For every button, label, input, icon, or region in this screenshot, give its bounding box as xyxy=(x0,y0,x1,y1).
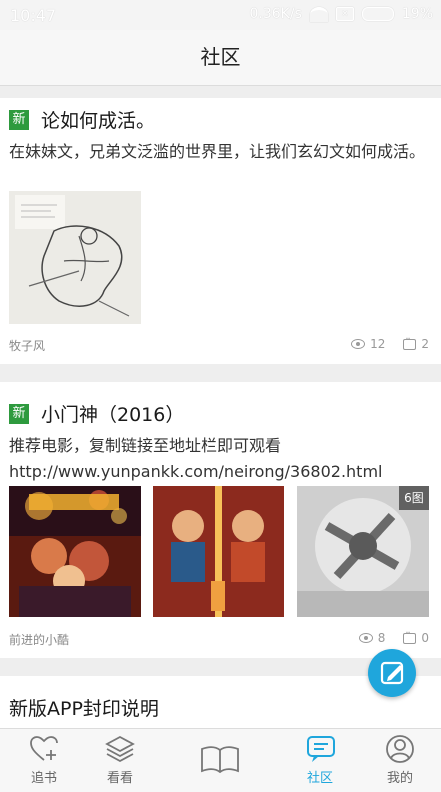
post-image[interactable] xyxy=(153,486,284,617)
post-author[interactable]: 前进的小酷 xyxy=(9,631,69,648)
tab-browse[interactable]: 看看 xyxy=(76,729,164,792)
view-count: 12 xyxy=(370,337,386,351)
post-description: 推荐电影，复制链接至地址栏即可观看 xyxy=(9,436,282,455)
view-count: 8 xyxy=(377,631,386,645)
post-author[interactable]: 牧子风 xyxy=(9,337,45,354)
page-header: 社区 xyxy=(0,30,441,86)
post-image[interactable]: 6图 xyxy=(297,486,429,617)
tab-follow-books[interactable]: 追书 xyxy=(0,729,88,792)
status-bar: 10:47 0.36K/s × 19% xyxy=(0,0,441,30)
community-icon xyxy=(307,736,335,762)
eye-icon xyxy=(358,633,373,643)
compose-button[interactable] xyxy=(368,649,416,697)
post-title: 小门神（2016） xyxy=(41,404,185,426)
book-icon xyxy=(201,746,239,774)
post-title-row: 新版APP封印说明 xyxy=(9,694,159,721)
new-badge: 新 xyxy=(9,109,29,130)
comment-icon xyxy=(403,334,417,350)
eye-icon xyxy=(351,339,366,349)
tab-label: 社区 xyxy=(306,771,333,786)
new-badge: 新 xyxy=(9,403,29,424)
post-title: 论如何成活。 xyxy=(41,110,156,132)
profile-icon xyxy=(386,735,414,763)
post-title: 新版APP封印说明 xyxy=(9,698,159,720)
post-image[interactable] xyxy=(9,486,141,617)
tab-bar: 追书 看看 社区 我的 xyxy=(0,728,441,792)
layers-icon xyxy=(105,735,135,763)
comment-icon xyxy=(403,628,417,644)
post-description: 在妹妹文，兄弟文泛滥的世界里，让我们玄幻文如何成活。 xyxy=(9,142,426,161)
post-stats: 8 0 xyxy=(358,628,429,645)
edit-icon xyxy=(380,661,404,685)
tab-bookshelf[interactable] xyxy=(176,729,264,792)
battery-percent: 19% xyxy=(401,6,433,22)
tab-label: 我的 xyxy=(386,771,413,786)
status-time: 10:47 xyxy=(10,6,57,25)
network-speed: 0.36K/s xyxy=(249,6,302,22)
post-image[interactable] xyxy=(9,191,141,324)
tab-profile[interactable]: 我的 xyxy=(356,729,441,792)
post-card[interactable]: 新 论如何成活。 在妹妹文，兄弟文泛滥的世界里，让我们玄幻文如何成活。 牧子风 … xyxy=(0,98,441,364)
status-indicators: 0.36K/s × 19% xyxy=(250,6,434,22)
tab-label: 看看 xyxy=(106,771,133,786)
post-stats: 12 2 xyxy=(351,334,429,351)
post-link[interactable]: http://www.yunpankk.com/neirong/36802.ht… xyxy=(9,458,382,485)
post-title-row: 新 小门神（2016） xyxy=(9,400,184,427)
page-title: 社区 xyxy=(200,45,241,69)
sketch-illustration xyxy=(9,191,141,324)
movie-poster-1 xyxy=(9,486,141,617)
battery-icon xyxy=(361,7,394,21)
image-count-badge: 6图 xyxy=(399,486,429,510)
tab-community[interactable]: 社区 xyxy=(276,729,364,792)
movie-poster-2 xyxy=(153,486,284,617)
heart-plus-icon xyxy=(30,736,58,761)
sim-icon: × xyxy=(335,7,354,21)
tab-label: 追书 xyxy=(30,771,57,786)
comment-count: 0 xyxy=(421,631,429,645)
comment-count: 2 xyxy=(421,337,429,351)
post-title-row: 新 论如何成活。 xyxy=(9,106,155,133)
post-card[interactable]: 新 小门神（2016） 推荐电影，复制链接至地址栏即可观看 http://www… xyxy=(0,382,441,658)
wifi-icon xyxy=(309,6,328,22)
